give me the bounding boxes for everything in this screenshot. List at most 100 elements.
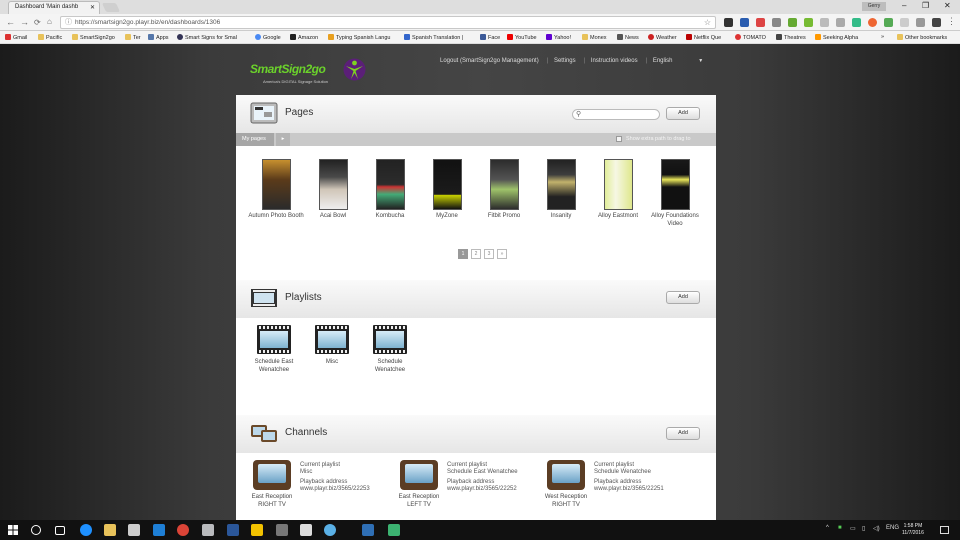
chevron-down-icon[interactable]: ▼ bbox=[698, 58, 703, 64]
bookmark-item[interactable]: Seeking Alpha bbox=[815, 34, 858, 41]
tv-icon[interactable] bbox=[547, 460, 585, 490]
gmail-extension-icon[interactable] bbox=[756, 18, 765, 27]
film-strip-icon[interactable] bbox=[257, 325, 291, 354]
channel-item[interactable]: West Reception RIGHT TV bbox=[542, 460, 590, 509]
paint-icon[interactable] bbox=[300, 524, 312, 536]
tv-icon[interactable] bbox=[400, 460, 438, 490]
battery-icon[interactable]: ▯ bbox=[862, 525, 865, 532]
bookmark-item[interactable]: News bbox=[617, 34, 639, 41]
extension-icon[interactable] bbox=[836, 18, 845, 27]
language-indicator[interactable]: ENG bbox=[886, 525, 899, 531]
bookmark-item[interactable]: Gmail bbox=[5, 34, 27, 41]
network-icon[interactable]: ▭ bbox=[850, 525, 856, 532]
bookmark-item[interactable]: Amazon bbox=[290, 34, 318, 41]
forward-icon[interactable]: → bbox=[20, 17, 29, 27]
extension-icon[interactable] bbox=[884, 18, 893, 27]
extension-icon[interactable] bbox=[804, 18, 813, 27]
page-thumbnail[interactable] bbox=[546, 159, 576, 210]
bookmark-item[interactable]: Weather bbox=[648, 34, 677, 41]
playlist-item[interactable]: Schedule Wenatchee bbox=[366, 325, 414, 374]
bookmark-item[interactable]: Theatres bbox=[776, 34, 806, 41]
close-window-icon[interactable]: ✕ bbox=[944, 1, 951, 10]
extension-icon[interactable] bbox=[932, 18, 941, 27]
bookmark-item[interactable]: Google bbox=[255, 34, 281, 41]
page-item[interactable]: Alloy Eastmont bbox=[590, 159, 646, 221]
keyboard-app-icon[interactable] bbox=[362, 524, 374, 536]
store-icon[interactable] bbox=[128, 524, 140, 536]
bookmark-item[interactable]: Yahoo! bbox=[546, 34, 571, 41]
back-icon[interactable]: ← bbox=[6, 17, 15, 27]
amazon-extension-icon[interactable] bbox=[724, 18, 733, 27]
channel-item[interactable]: East Reception LEFT TV bbox=[395, 460, 443, 509]
my-pages-tab[interactable]: My pages bbox=[236, 133, 274, 146]
page-item[interactable]: Autumn Photo Booth bbox=[248, 159, 304, 221]
film-strip-icon[interactable] bbox=[373, 325, 407, 354]
page-number-button[interactable]: 1 bbox=[458, 249, 468, 259]
tray-chevron-icon[interactable]: ^ bbox=[826, 525, 829, 531]
messenger-icon[interactable] bbox=[251, 524, 263, 536]
page-item[interactable]: Kombucha bbox=[362, 159, 418, 221]
expand-arrow-icon[interactable]: ▸ bbox=[276, 133, 290, 146]
bookmark-item[interactable]: Monex bbox=[582, 34, 607, 41]
new-tab-button[interactable] bbox=[101, 3, 121, 12]
user-badge[interactable]: Gerry bbox=[862, 2, 886, 11]
edge-icon[interactable] bbox=[80, 524, 92, 536]
page-thumbnail[interactable] bbox=[489, 159, 519, 210]
page-number-button[interactable]: 2 bbox=[471, 249, 481, 259]
bookmark-star-icon[interactable]: ☆ bbox=[704, 17, 711, 28]
bookmark-item[interactable]: Face bbox=[480, 34, 500, 41]
next-page-button[interactable]: » bbox=[497, 249, 507, 259]
extension-icon[interactable] bbox=[916, 18, 925, 27]
chrome-icon[interactable] bbox=[177, 524, 189, 536]
settings-link[interactable]: Settings bbox=[554, 58, 576, 64]
page-thumbnail[interactable] bbox=[261, 159, 291, 210]
film-strip-icon[interactable] bbox=[315, 325, 349, 354]
logout-link[interactable]: Logout (SmartSign2go Management) bbox=[440, 58, 539, 64]
app-icon[interactable] bbox=[276, 524, 288, 536]
page-item[interactable]: Acai Bowl bbox=[305, 159, 361, 221]
address-bar[interactable]: ⓘ https://smartsign2go.playr.biz/en/dash… bbox=[60, 16, 716, 29]
bookmark-item[interactable]: Pacific bbox=[38, 34, 62, 41]
minimize-icon[interactable]: – bbox=[902, 1, 906, 10]
instruction-videos-link[interactable]: Instruction videos bbox=[591, 58, 638, 64]
other-bookmarks[interactable]: Other bookmarks bbox=[897, 34, 947, 41]
playlist-item[interactable]: Misc bbox=[308, 325, 356, 367]
extension-icon[interactable] bbox=[852, 18, 861, 27]
bookmark-item[interactable]: Ter bbox=[125, 34, 141, 41]
extension-icon[interactable] bbox=[820, 18, 829, 27]
app-icon[interactable] bbox=[388, 524, 400, 536]
windows-start-icon[interactable] bbox=[8, 525, 18, 535]
playlist-item[interactable]: Schedule East Wenatchee bbox=[250, 325, 298, 374]
restore-icon[interactable]: ❐ bbox=[922, 1, 929, 10]
site-logo[interactable]: SmartSign2go America's DIGITAL Signage S… bbox=[250, 58, 370, 88]
extension-icon[interactable] bbox=[740, 18, 749, 27]
mail-icon[interactable] bbox=[153, 524, 165, 536]
system-clock[interactable]: 1:58 PM 11/7/2016 bbox=[902, 523, 924, 537]
volume-icon[interactable]: ◁) bbox=[873, 525, 880, 532]
word-icon[interactable] bbox=[227, 524, 239, 536]
menu-icon[interactable]: ⋮ bbox=[947, 16, 956, 27]
page-item[interactable]: Fitbit Promo bbox=[476, 159, 532, 221]
info-icon[interactable]: ⓘ bbox=[65, 17, 72, 28]
channels-add-button[interactable]: Add bbox=[666, 427, 700, 440]
action-center-icon[interactable] bbox=[940, 526, 949, 534]
page-thumbnail[interactable] bbox=[375, 159, 405, 210]
bookmark-item[interactable]: Apps bbox=[148, 34, 169, 41]
page-thumbnail[interactable] bbox=[432, 159, 462, 210]
playback-address-value[interactable]: www.playr.biz/3565/22251 bbox=[594, 484, 664, 494]
bookmark-item[interactable]: TOMATO bbox=[735, 34, 766, 41]
home-icon[interactable]: ⌂ bbox=[47, 17, 52, 26]
channel-item[interactable]: East Reception RIGHT TV bbox=[248, 460, 296, 509]
pages-search-input[interactable]: ⚲ bbox=[572, 109, 660, 120]
page-thumbnail[interactable] bbox=[660, 159, 690, 210]
extension-icon[interactable] bbox=[788, 18, 797, 27]
tv-icon[interactable] bbox=[253, 460, 291, 490]
reload-icon[interactable]: ⟳ bbox=[34, 18, 41, 27]
file-explorer-icon[interactable] bbox=[104, 524, 116, 536]
bookmark-item[interactable]: Typing Spanish Langu bbox=[328, 34, 390, 41]
calculator-icon[interactable] bbox=[202, 524, 214, 536]
playback-address-value[interactable]: www.playr.biz/3565/22253 bbox=[300, 484, 370, 494]
bookmarks-more-icon[interactable]: » bbox=[881, 34, 884, 40]
extension-icon[interactable] bbox=[772, 18, 781, 27]
page-item[interactable]: Alloy Foundations Video bbox=[647, 159, 703, 228]
